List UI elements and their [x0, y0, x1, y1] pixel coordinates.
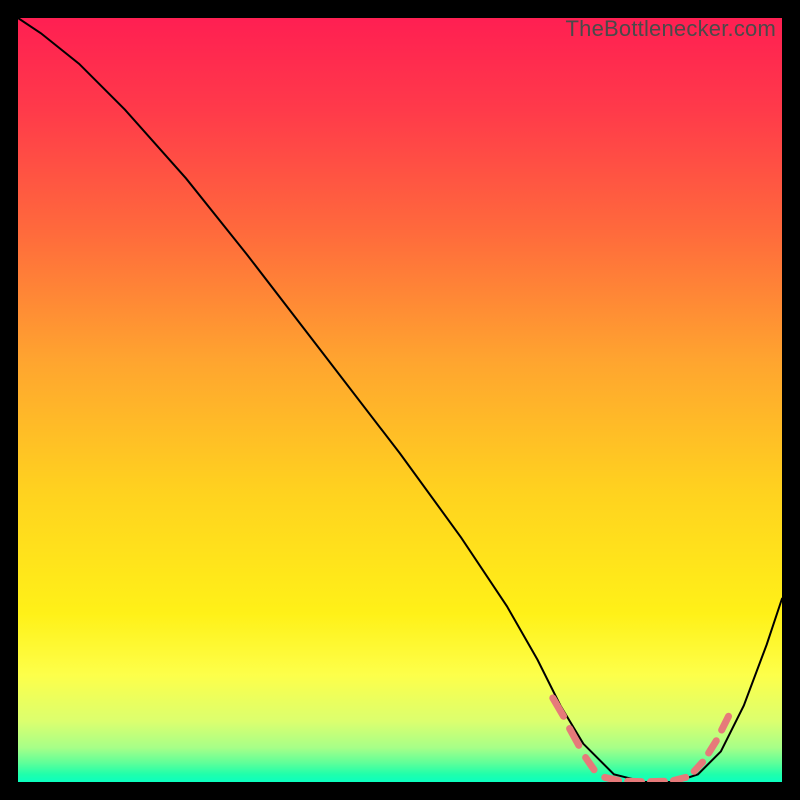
highlight-dash	[722, 716, 729, 730]
highlight-dash	[586, 758, 594, 770]
chart-frame: TheBottlenecker.com	[0, 0, 800, 800]
watermark-text: TheBottlenecker.com	[566, 16, 776, 42]
highlight-dash	[570, 729, 579, 746]
highlight-dash	[553, 698, 564, 716]
plot-area: TheBottlenecker.com	[18, 18, 782, 782]
highlight-dash	[674, 777, 686, 780]
highlight-dash	[709, 741, 717, 753]
highlight-dash	[605, 777, 619, 780]
bottleneck-curve	[18, 18, 782, 782]
curve-layer	[18, 18, 782, 782]
